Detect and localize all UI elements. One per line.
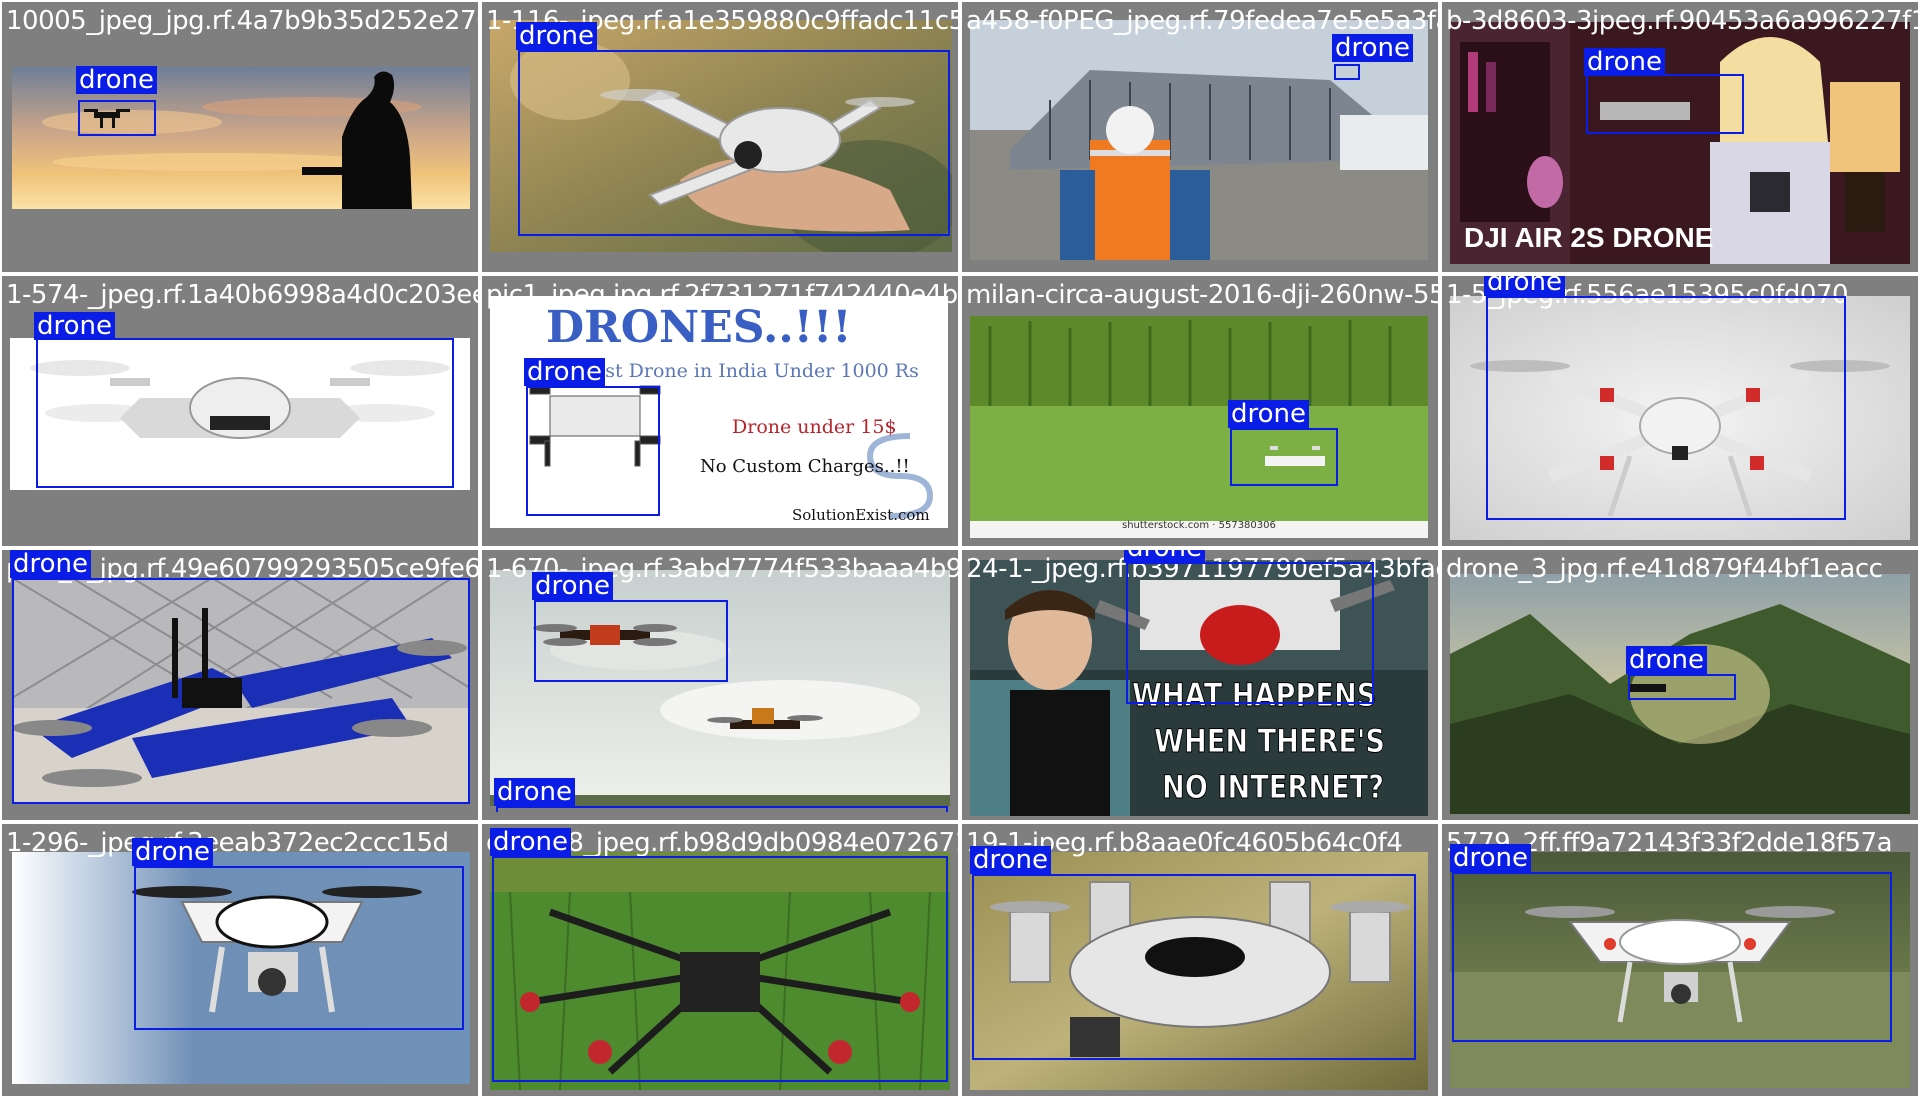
detection-box [1334,64,1360,80]
tile-11: 24-1-_jpeg.rf.b3971197790ef5a43bfaebc WH… [962,550,1438,820]
detection-label: drone [132,838,214,866]
detection-box [518,50,950,236]
tile-14: drone-8_jpeg.rf.b98d9db0984e072671bd dro… [482,824,958,1096]
tile-3: a458-f0PEG_jpeg.rf.79fedea7e5e5a3fab dro… [962,2,1438,272]
thumbnail-text-line2: WHEN THERE'S [1154,722,1386,761]
stock-watermark: shutterstock.com · 557380306 [1122,520,1276,531]
ad-note: No Custom Charges..!! [700,456,910,477]
detection-mosaic: 10005_jpeg_jpg.rf.4a7b9b35d252e27669bbb … [0,0,1920,1100]
tile-filename: milan-circa-august-2016-dji-260nw-55480 [966,280,1438,310]
tile-filename: 1-296-_jpeg.rf.3eeab372ec2ccc15d [6,828,449,858]
tile-12: drone_3_jpg.rf.e41d879f44bf1eacc drone [1442,550,1918,820]
ad-price: Drone under 15$ [732,416,897,438]
detection-label: drone [516,22,598,50]
detection-box [12,578,470,804]
detection-box [78,100,156,136]
detection-label: drone [1228,400,1310,428]
detection-label: drone [970,846,1052,874]
detection-label: drone [1484,276,1566,296]
detection-label: drone [10,550,92,578]
detection-box [492,856,948,1082]
detection-label: drone [1124,550,1206,562]
detection-label: drone [490,828,572,856]
detection-box [1452,872,1892,1042]
detection-box [1126,562,1374,704]
detection-box [36,338,454,488]
tile-2: 1-116-_jpeg.rf.a1e359880c9ffadc11c5b8f3 … [482,2,958,272]
tile-13: 1-296-_jpeg.rf.3eeab372ec2ccc15d drone [2,824,478,1096]
detection-label: drone [1332,34,1414,62]
detection-label: drone [1626,646,1708,674]
tile-15: 19-1-jpeg.rf.b8aae0fc4605b64c0f4 drone [962,824,1438,1096]
tile-16: 5779_2ff.ff9a72143f33f2dde18f57a drone [1442,824,1918,1096]
detection-label: drone [524,358,606,386]
detection-label: drone [1584,48,1666,76]
tile-4: b-3d8603-3jpeg.rf.90453a6a996227f16 DJI … [1442,2,1918,272]
detection-box [972,874,1416,1060]
detection-box [1586,74,1744,134]
detection-label: drone [532,572,614,600]
tile-filename: drone_3_jpg.rf.e41d879f44bf1eacc [1446,554,1883,584]
detection-box [1628,674,1736,700]
tile-photo [970,316,1428,538]
detection-label: drone [34,312,116,340]
detection-box [134,866,464,1030]
detection-label: drone [494,778,576,806]
video-caption: DJI AIR 2S DRONE [1464,222,1714,253]
detection-box [534,600,728,682]
tile-5: 1-574-_jpeg.rf.1a40b6998a4d0c203ee17d1b … [2,276,478,546]
tile-6: pic1_jpeg.jpg.rf.2f731271f742440e4b DRON… [482,276,958,546]
tile-filename: 10005_jpeg_jpg.rf.4a7b9b35d252e27669bbb [6,6,478,36]
detection-box [1486,296,1846,520]
tile-9: pic1_1_jpg.rf.49e60799293505ce9fe6378 dr… [2,550,478,820]
tile-filename: a458-f0PEG_jpeg.rf.79fedea7e5e5a3fab [966,6,1438,36]
tile-filename: 1-574-_jpeg.rf.1a40b6998a4d0c203ee17d1b [6,280,478,310]
detection-label: drone [1450,844,1532,872]
tile-10: 1-670-_jpeg.rf.3abd7774f533baaa4b949 dro… [482,550,958,820]
tile-1: 10005_jpeg_jpg.rf.4a7b9b35d252e27669bbb … [2,2,478,272]
detection-label: drone [76,66,158,94]
tile-filename: b-3d8603-3jpeg.rf.90453a6a996227f16 [1446,6,1918,36]
tile-8: 1-5_jpeg.rf.556ae15395c0fd070 drone [1442,276,1918,546]
tile-7: milan-circa-august-2016-dji-260nw-55480 … [962,276,1438,546]
ad-title: DRONES..!!! [546,302,852,353]
ad-subtitle: Best Drone in India Under 1000 Rs [580,360,919,382]
thumbnail-text-line3: NO INTERNET? [1162,768,1385,807]
detection-box [526,386,660,516]
detection-box [1230,428,1338,486]
ad-site: SolutionExist.com [792,506,930,524]
